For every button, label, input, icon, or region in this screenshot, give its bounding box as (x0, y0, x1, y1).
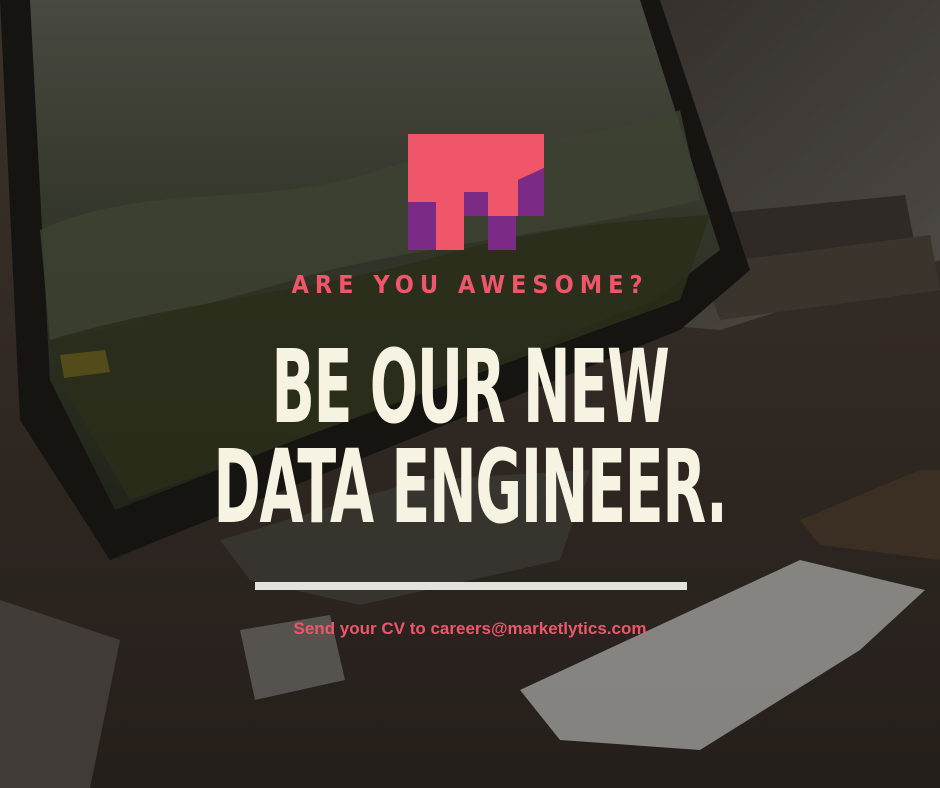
job-ad-poster: ARE YOU AWESOME? BE OUR NEW DATA ENGINEE… (0, 0, 940, 788)
contact-cta: Send your CV to careers@marketlytics.com (293, 619, 647, 638)
marketlytics-m-logo-icon (408, 134, 544, 250)
headline-line-1: BE OUR NEW (271, 328, 669, 447)
headline-line-2: DATA ENGINEER. (213, 428, 727, 547)
divider (255, 582, 687, 590)
headline: BE OUR NEW DATA ENGINEER. (0, 328, 940, 547)
tagline: ARE YOU AWESOME? (291, 270, 649, 299)
